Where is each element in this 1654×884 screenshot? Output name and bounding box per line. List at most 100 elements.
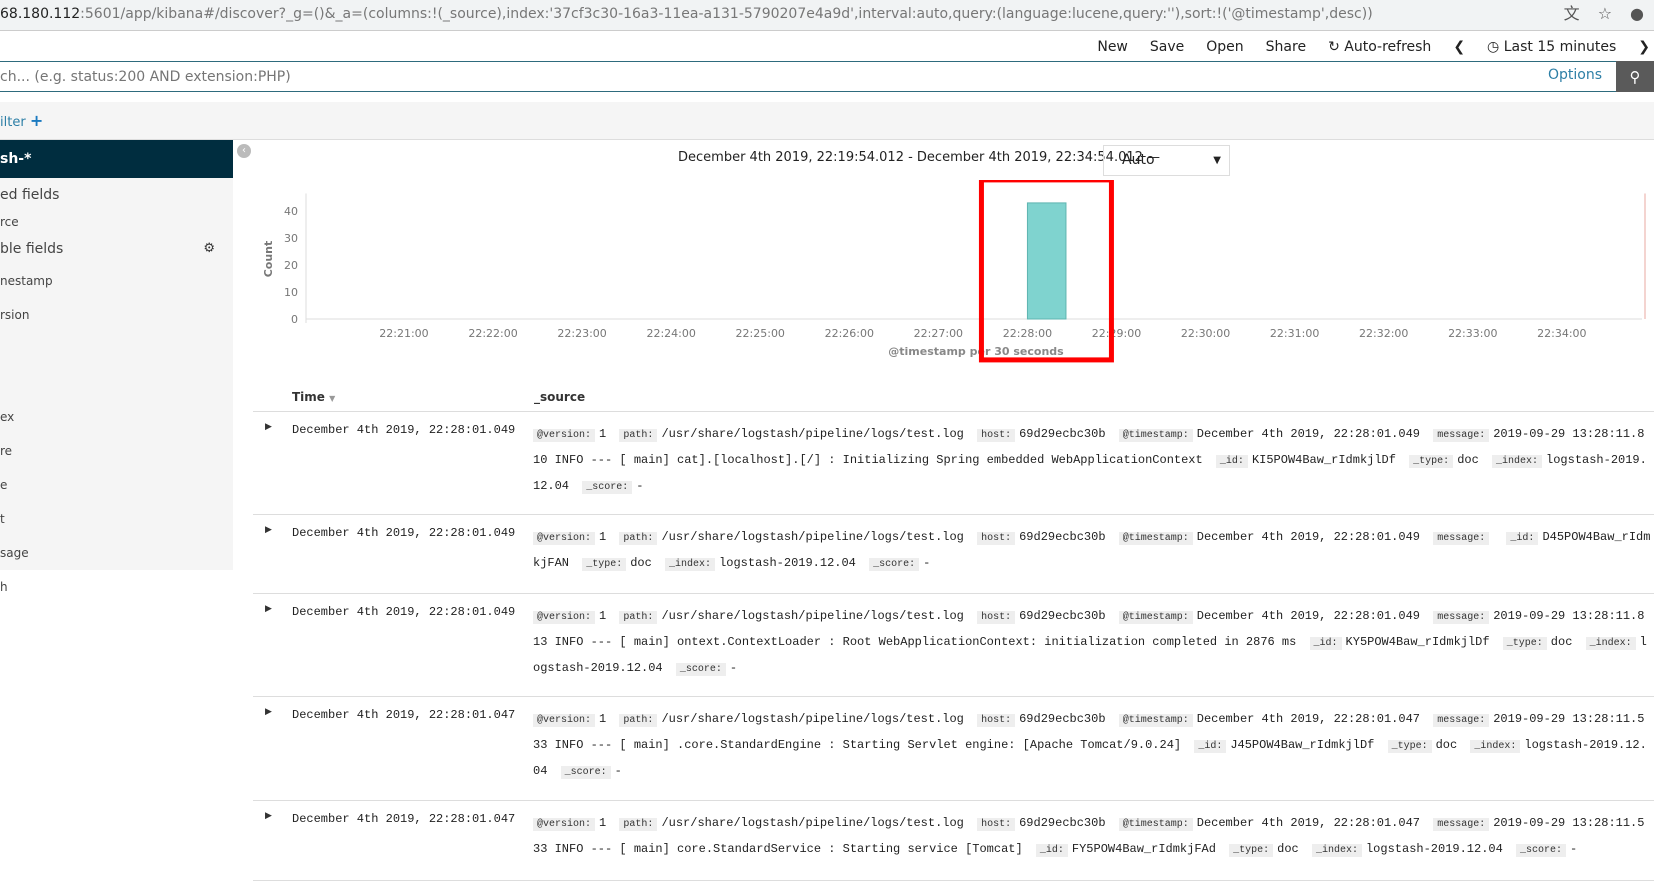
field-value: - (636, 479, 644, 493)
x-tick-label: 22:34:00 (1537, 327, 1586, 340)
y-tick-label: 10 (284, 286, 298, 299)
row-source: @version: 1 path:/usr/share/logstash/pipe… (533, 707, 1651, 785)
field-item[interactable]: re (0, 434, 233, 468)
field-value: doc (630, 556, 652, 570)
account-icon[interactable]: ● (1630, 0, 1644, 28)
field-value: /usr/share/logstash/pipeline/logs/test.l… (661, 609, 964, 623)
save-button[interactable]: Save (1150, 39, 1184, 55)
search-icon: ⚲ (1629, 67, 1641, 86)
field-value: - (614, 764, 622, 778)
field-value: 69d29ecbc30b (1019, 816, 1106, 830)
y-tick-label: 0 (291, 313, 298, 326)
time-range-label: Last 15 minutes (1503, 39, 1617, 55)
field-key: _score: (582, 481, 633, 494)
time-column-header[interactable]: Time ▼ (292, 390, 335, 404)
field-key: path: (619, 429, 658, 442)
field-value: - (1570, 842, 1578, 856)
x-tick-label: 22:22:00 (468, 327, 517, 340)
x-tick-label: 22:21:00 (379, 327, 428, 340)
field-item[interactable]: t (0, 502, 233, 536)
field-key: _id: (1215, 455, 1248, 468)
x-tick-label: 22:27:00 (914, 327, 963, 340)
field-item[interactable]: e (0, 468, 233, 502)
caret-down-icon: ▼ (1213, 155, 1221, 166)
field-key: path: (619, 532, 658, 545)
field-key: message: (1433, 714, 1490, 727)
field-value: December 4th 2019, 22:28:01.047 (1196, 816, 1420, 830)
row-source: @version: 1 path:/usr/share/logstash/pipe… (533, 525, 1651, 577)
field-value: /usr/share/logstash/pipeline/logs/test.l… (661, 712, 964, 726)
query-bar: Options ⚲ (0, 61, 1654, 92)
field-value: December 4th 2019, 22:28:01.049 (1196, 427, 1420, 441)
field-key: _type: (1387, 740, 1432, 753)
x-tick-label: 22:23:00 (557, 327, 606, 340)
auto-refresh-label: Auto-refresh (1344, 39, 1432, 55)
x-tick-label: 22:30:00 (1181, 327, 1230, 340)
star-icon[interactable]: ☆ (1598, 0, 1612, 28)
search-input[interactable] (0, 62, 1530, 91)
time-header-label: Time (292, 390, 325, 404)
field-key: _index: (665, 558, 716, 571)
field-item[interactable]: ex (0, 400, 233, 434)
index-pattern-title[interactable]: sh-* (0, 140, 233, 178)
clock-icon: ◷ (1487, 39, 1500, 55)
field-key: @timestamp: (1118, 532, 1193, 545)
field-value: 69d29ecbc30b (1019, 427, 1106, 441)
options-button[interactable]: Options (1548, 67, 1602, 83)
interval-value: Auto (1122, 152, 1155, 168)
top-nav: New Save Open Share ↻ Auto-refresh ❮ ◷ L… (0, 32, 1654, 62)
field-key: _type: (582, 558, 627, 571)
field-value: December 4th 2019, 22:28:01.047 (1196, 712, 1420, 726)
field-item[interactable]: h (0, 570, 233, 604)
time-picker-button[interactable]: ◷ Last 15 minutes (1487, 39, 1616, 55)
field-key: _index: (1311, 844, 1362, 857)
field-key: host: (977, 714, 1016, 727)
field-item[interactable]: sage (0, 536, 233, 570)
interval-select[interactable]: Auto ▼ (1103, 145, 1230, 176)
field-key: @version: (533, 611, 596, 624)
field-value: KI5POW4Baw_rIdmkjlDf (1251, 453, 1396, 467)
field-value: J45POW4Baw_rIdmkjlDf (1230, 738, 1375, 752)
share-button[interactable]: Share (1266, 39, 1306, 55)
field-key: path: (619, 611, 658, 624)
field-key: _index: (1492, 455, 1543, 468)
expand-row-icon[interactable]: ▶ (265, 707, 272, 717)
table-header: Time ▼ _source (253, 384, 1654, 412)
field-key: @version: (533, 429, 596, 442)
row-time: December 4th 2019, 22:28:01.047 (292, 708, 516, 722)
field-value: 1 (599, 712, 607, 726)
new-button[interactable]: New (1097, 39, 1128, 55)
chevron-right-icon[interactable]: ❯ (1638, 39, 1650, 55)
field-value: /usr/share/logstash/pipeline/logs/test.l… (661, 427, 964, 441)
field-key: @version: (533, 532, 596, 545)
field-value: doc (1277, 842, 1299, 856)
source-column-header: _source (534, 390, 586, 404)
row-time: December 4th 2019, 22:28:01.049 (292, 526, 516, 540)
x-tick-label: 22:25:00 (736, 327, 785, 340)
expand-row-icon[interactable]: ▶ (265, 604, 272, 614)
expand-row-icon[interactable]: ▶ (265, 811, 272, 821)
field-key: _id: (1194, 740, 1227, 753)
auto-refresh-button[interactable]: ↻ Auto-refresh (1328, 39, 1431, 55)
field-key: message: (1433, 818, 1490, 831)
field-key: _type: (1502, 637, 1547, 650)
field-key: @timestamp: (1118, 818, 1193, 831)
field-key: _index: (1470, 740, 1521, 753)
expand-row-icon[interactable]: ▶ (265, 422, 272, 432)
search-button[interactable]: ⚲ (1616, 61, 1654, 92)
field-key: @timestamp: (1118, 714, 1193, 727)
expand-row-icon[interactable]: ▶ (265, 525, 272, 535)
address-bar[interactable]: 68.180.112:5601/app/kibana#/discover?_g=… (0, 0, 1654, 31)
translate-icon[interactable]: 文 (1564, 0, 1580, 28)
add-filter-button[interactable]: ilter + (0, 111, 43, 130)
field-key: @timestamp: (1118, 611, 1193, 624)
x-tick-label: 22:29:00 (1092, 327, 1141, 340)
chevron-left-icon[interactable]: ❮ (1453, 39, 1465, 55)
field-key: _id: (1309, 637, 1342, 650)
field-value: KY5POW4Baw_rIdmkjlDf (1345, 635, 1490, 649)
collapse-sidebar-icon[interactable]: ‹ (237, 144, 251, 158)
field-key: host: (977, 429, 1016, 442)
open-button[interactable]: Open (1206, 39, 1243, 55)
row-source: @version: 1 path:/usr/share/logstash/pipe… (533, 604, 1651, 682)
add-filter-label: ilter (0, 115, 26, 130)
